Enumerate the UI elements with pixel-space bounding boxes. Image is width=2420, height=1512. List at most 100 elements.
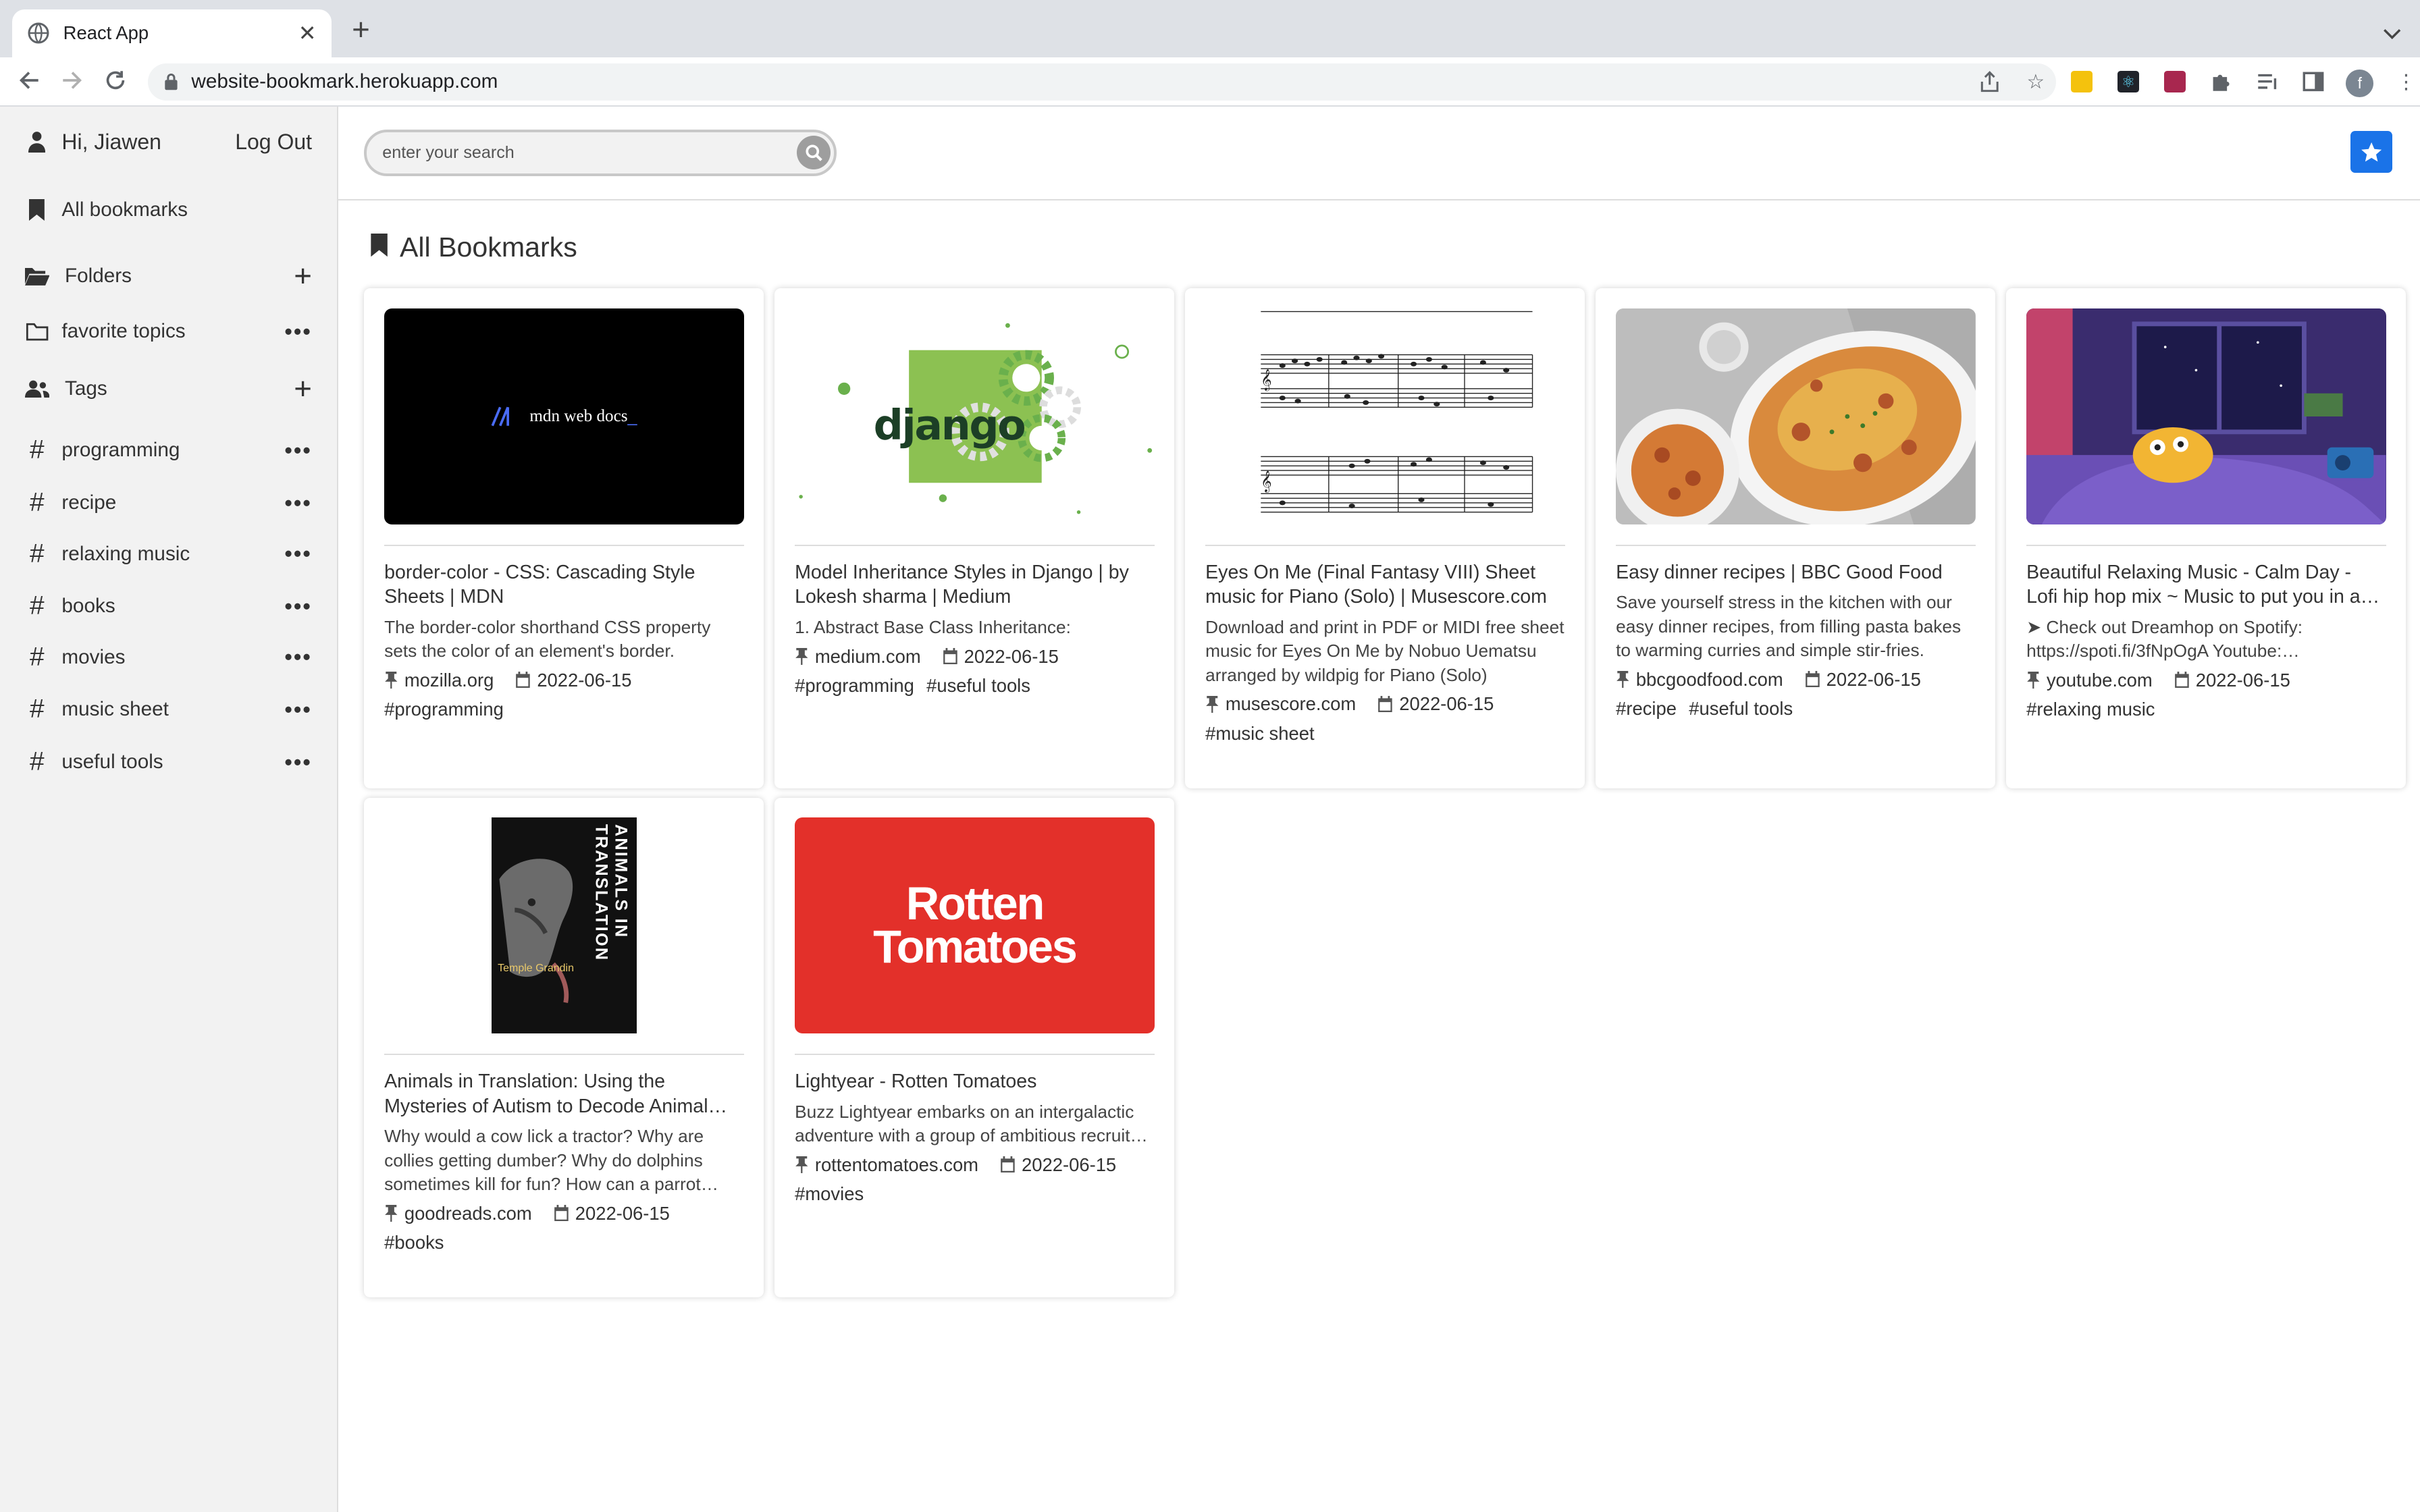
sidebar-item-relaxing-music[interactable]: # relaxing music ••• — [25, 535, 312, 572]
card-tag[interactable]: #programming — [384, 699, 504, 720]
more-options-icon[interactable]: ••• — [285, 491, 312, 516]
sidebar-item-label: All bookmarks — [61, 198, 188, 221]
sidebar-item-all-bookmarks[interactable]: All bookmarks — [25, 191, 312, 228]
sidebar-item-recipe[interactable]: # recipe ••• — [25, 485, 312, 522]
add-bookmark-button[interactable] — [2350, 131, 2392, 173]
sidebar-item-books[interactable]: # books ••• — [25, 588, 312, 625]
sidebar-item-label: music sheet — [61, 698, 169, 721]
search-button[interactable] — [796, 136, 831, 170]
logout-button[interactable]: Log Out — [235, 130, 312, 155]
bookmark-card[interactable]: ANIMALS IN TRANSLATION Temple Grandin An… — [364, 797, 764, 1298]
extension-yellow-icon[interactable] — [2068, 70, 2096, 94]
more-vert-icon[interactable]: ⋮ — [2392, 70, 2420, 94]
card-domain[interactable]: youtube.com — [2047, 670, 2153, 691]
browser-tab[interactable]: React App ✕ — [12, 9, 332, 57]
user-row: Hi, Jiawen Log Out — [25, 124, 312, 161]
reading-list-icon[interactable] — [2253, 70, 2281, 94]
bookmark-card[interactable]: Easy dinner recipes | BBC Good Food Save… — [1596, 288, 1996, 788]
globe-icon — [28, 22, 49, 44]
forward-arrow-icon[interactable] — [59, 66, 86, 94]
thumb-text: django — [873, 401, 1026, 450]
card-tag[interactable]: #useful tools — [926, 675, 1030, 696]
tab-search-chevron-icon[interactable] — [2383, 18, 2401, 47]
greeting: Hi, Jiawen — [61, 129, 161, 154]
puzzle-extensions-icon[interactable] — [2207, 70, 2235, 94]
card-title[interactable]: border-color - CSS: Cascading Style Shee… — [384, 560, 744, 610]
bookmark-card[interactable]: mdn web docs _ border-color - CSS: Casca… — [364, 288, 764, 788]
more-options-icon[interactable]: ••• — [285, 541, 312, 566]
card-domain[interactable]: bbcgoodfood.com — [1636, 669, 1783, 691]
rotten-tomatoes-logo-text: Rotten Tomatoes — [873, 878, 1078, 973]
card-title[interactable]: Easy dinner recipes | BBC Good Food — [1616, 560, 1976, 585]
toolbar-icons: ☆ ⚛ f ⋮ — [1976, 69, 2420, 97]
card-tag[interactable]: #relaxing music — [2026, 699, 2155, 720]
card-divider — [795, 1054, 1155, 1055]
side-panel-icon[interactable] — [2300, 70, 2327, 94]
thumb-text: mdn web docs — [529, 407, 628, 426]
address-bar[interactable]: website-bookmark.herokuapp.com — [148, 63, 2056, 101]
card-thumbnail — [2026, 308, 2386, 525]
more-options-icon[interactable]: ••• — [285, 594, 312, 619]
pin-icon — [795, 647, 808, 666]
add-tag-button[interactable]: + — [294, 373, 312, 404]
card-description: Buzz Lightyear embarks on an intergalact… — [795, 1101, 1139, 1146]
card-tag[interactable]: #programming — [795, 675, 914, 696]
calendar-icon — [554, 1205, 569, 1222]
search-input[interactable] — [382, 142, 797, 163]
tags-header: Tags + — [24, 371, 312, 408]
svg-text:𝄞: 𝄞 — [1261, 369, 1271, 391]
bookmark-card[interactable]: Beautiful Relaxing Music - Calm Day - Lo… — [2006, 288, 2406, 788]
sidebar-item-programming[interactable]: # programming ••• — [25, 432, 312, 469]
bookmark-card[interactable]: Rotten Tomatoes Lightyear - Rotten Tomat… — [774, 797, 1175, 1298]
card-title[interactable]: Eyes On Me (Final Fantasy VIII) Sheet mu… — [1205, 560, 1565, 610]
card-domain[interactable]: mozilla.org — [404, 670, 494, 691]
card-domain[interactable]: goodreads.com — [404, 1203, 532, 1224]
more-options-icon[interactable]: ••• — [285, 750, 312, 775]
sidebar-item-useful-tools[interactable]: # useful tools ••• — [25, 744, 312, 781]
extension-pink-icon[interactable] — [2161, 70, 2188, 94]
sidebar-item-label: movies — [61, 645, 126, 668]
card-divider — [384, 1054, 744, 1055]
sidebar-item-label: recipe — [61, 491, 117, 514]
card-tag[interactable]: #useful tools — [1689, 698, 1793, 719]
more-options-icon[interactable]: ••• — [285, 319, 312, 344]
hash-icon: # — [30, 642, 45, 672]
card-domain[interactable]: medium.com — [815, 646, 921, 668]
sidebar-item-favorite-topics[interactable]: favorite topics ••• — [25, 313, 312, 350]
sidebar-item-music-sheet[interactable]: # music sheet ••• — [25, 691, 312, 728]
more-options-icon[interactable]: ••• — [285, 438, 312, 463]
sidebar-item-movies[interactable]: # movies ••• — [25, 639, 312, 676]
card-title[interactable]: Beautiful Relaxing Music - Calm Day - Lo… — [2026, 560, 2386, 610]
card-date: 2022-06-15 — [1826, 668, 1921, 690]
card-thumbnail: django — [795, 308, 1155, 525]
calendar-icon — [516, 672, 531, 688]
card-domain[interactable]: musescore.com — [1226, 693, 1356, 715]
card-tag[interactable]: #recipe — [1616, 698, 1677, 719]
sheet-music-icon: 𝄞 𝄞 — [1261, 311, 1533, 513]
bookmark-card[interactable]: django Model Inheritance Styles in Djang… — [774, 288, 1175, 788]
card-divider — [384, 544, 744, 546]
share-icon[interactable] — [1976, 70, 2003, 94]
add-folder-button[interactable]: + — [294, 261, 312, 292]
more-options-icon[interactable]: ••• — [285, 697, 312, 722]
page-title-text: All Bookmarks — [399, 231, 577, 263]
back-arrow-icon[interactable] — [16, 66, 43, 94]
card-title[interactable]: Lightyear - Rotten Tomatoes — [795, 1069, 1155, 1094]
card-title[interactable]: Animals in Translation: Using the Myster… — [384, 1069, 744, 1118]
sidebar: Hi, Jiawen Log Out All bookmarks Folders… — [0, 106, 338, 1512]
card-domain[interactable]: rottentomatoes.com — [815, 1154, 978, 1176]
card-title[interactable]: Model Inheritance Styles in Django | by … — [795, 560, 1155, 610]
search-bar — [364, 129, 837, 176]
profile-avatar[interactable]: f — [2346, 69, 2374, 97]
new-tab-button[interactable]: + — [352, 14, 370, 45]
bookmark-star-icon[interactable]: ☆ — [2022, 70, 2049, 94]
card-tag[interactable]: #movies — [795, 1183, 864, 1204]
card-tag[interactable]: #music sheet — [1205, 723, 1314, 744]
react-devtools-icon[interactable]: ⚛ — [2114, 70, 2142, 94]
card-tag[interactable]: #books — [384, 1232, 444, 1253]
bookmark-card[interactable]: 𝄞 𝄞 Eyes On Me (Final Fantasy VIII) Shee… — [1185, 288, 1585, 788]
more-options-icon[interactable]: ••• — [285, 645, 312, 670]
card-description: Download and print in PDF or MIDI free s… — [1205, 617, 1564, 685]
reload-icon[interactable] — [102, 66, 130, 94]
close-tab-icon[interactable]: ✕ — [298, 20, 317, 46]
